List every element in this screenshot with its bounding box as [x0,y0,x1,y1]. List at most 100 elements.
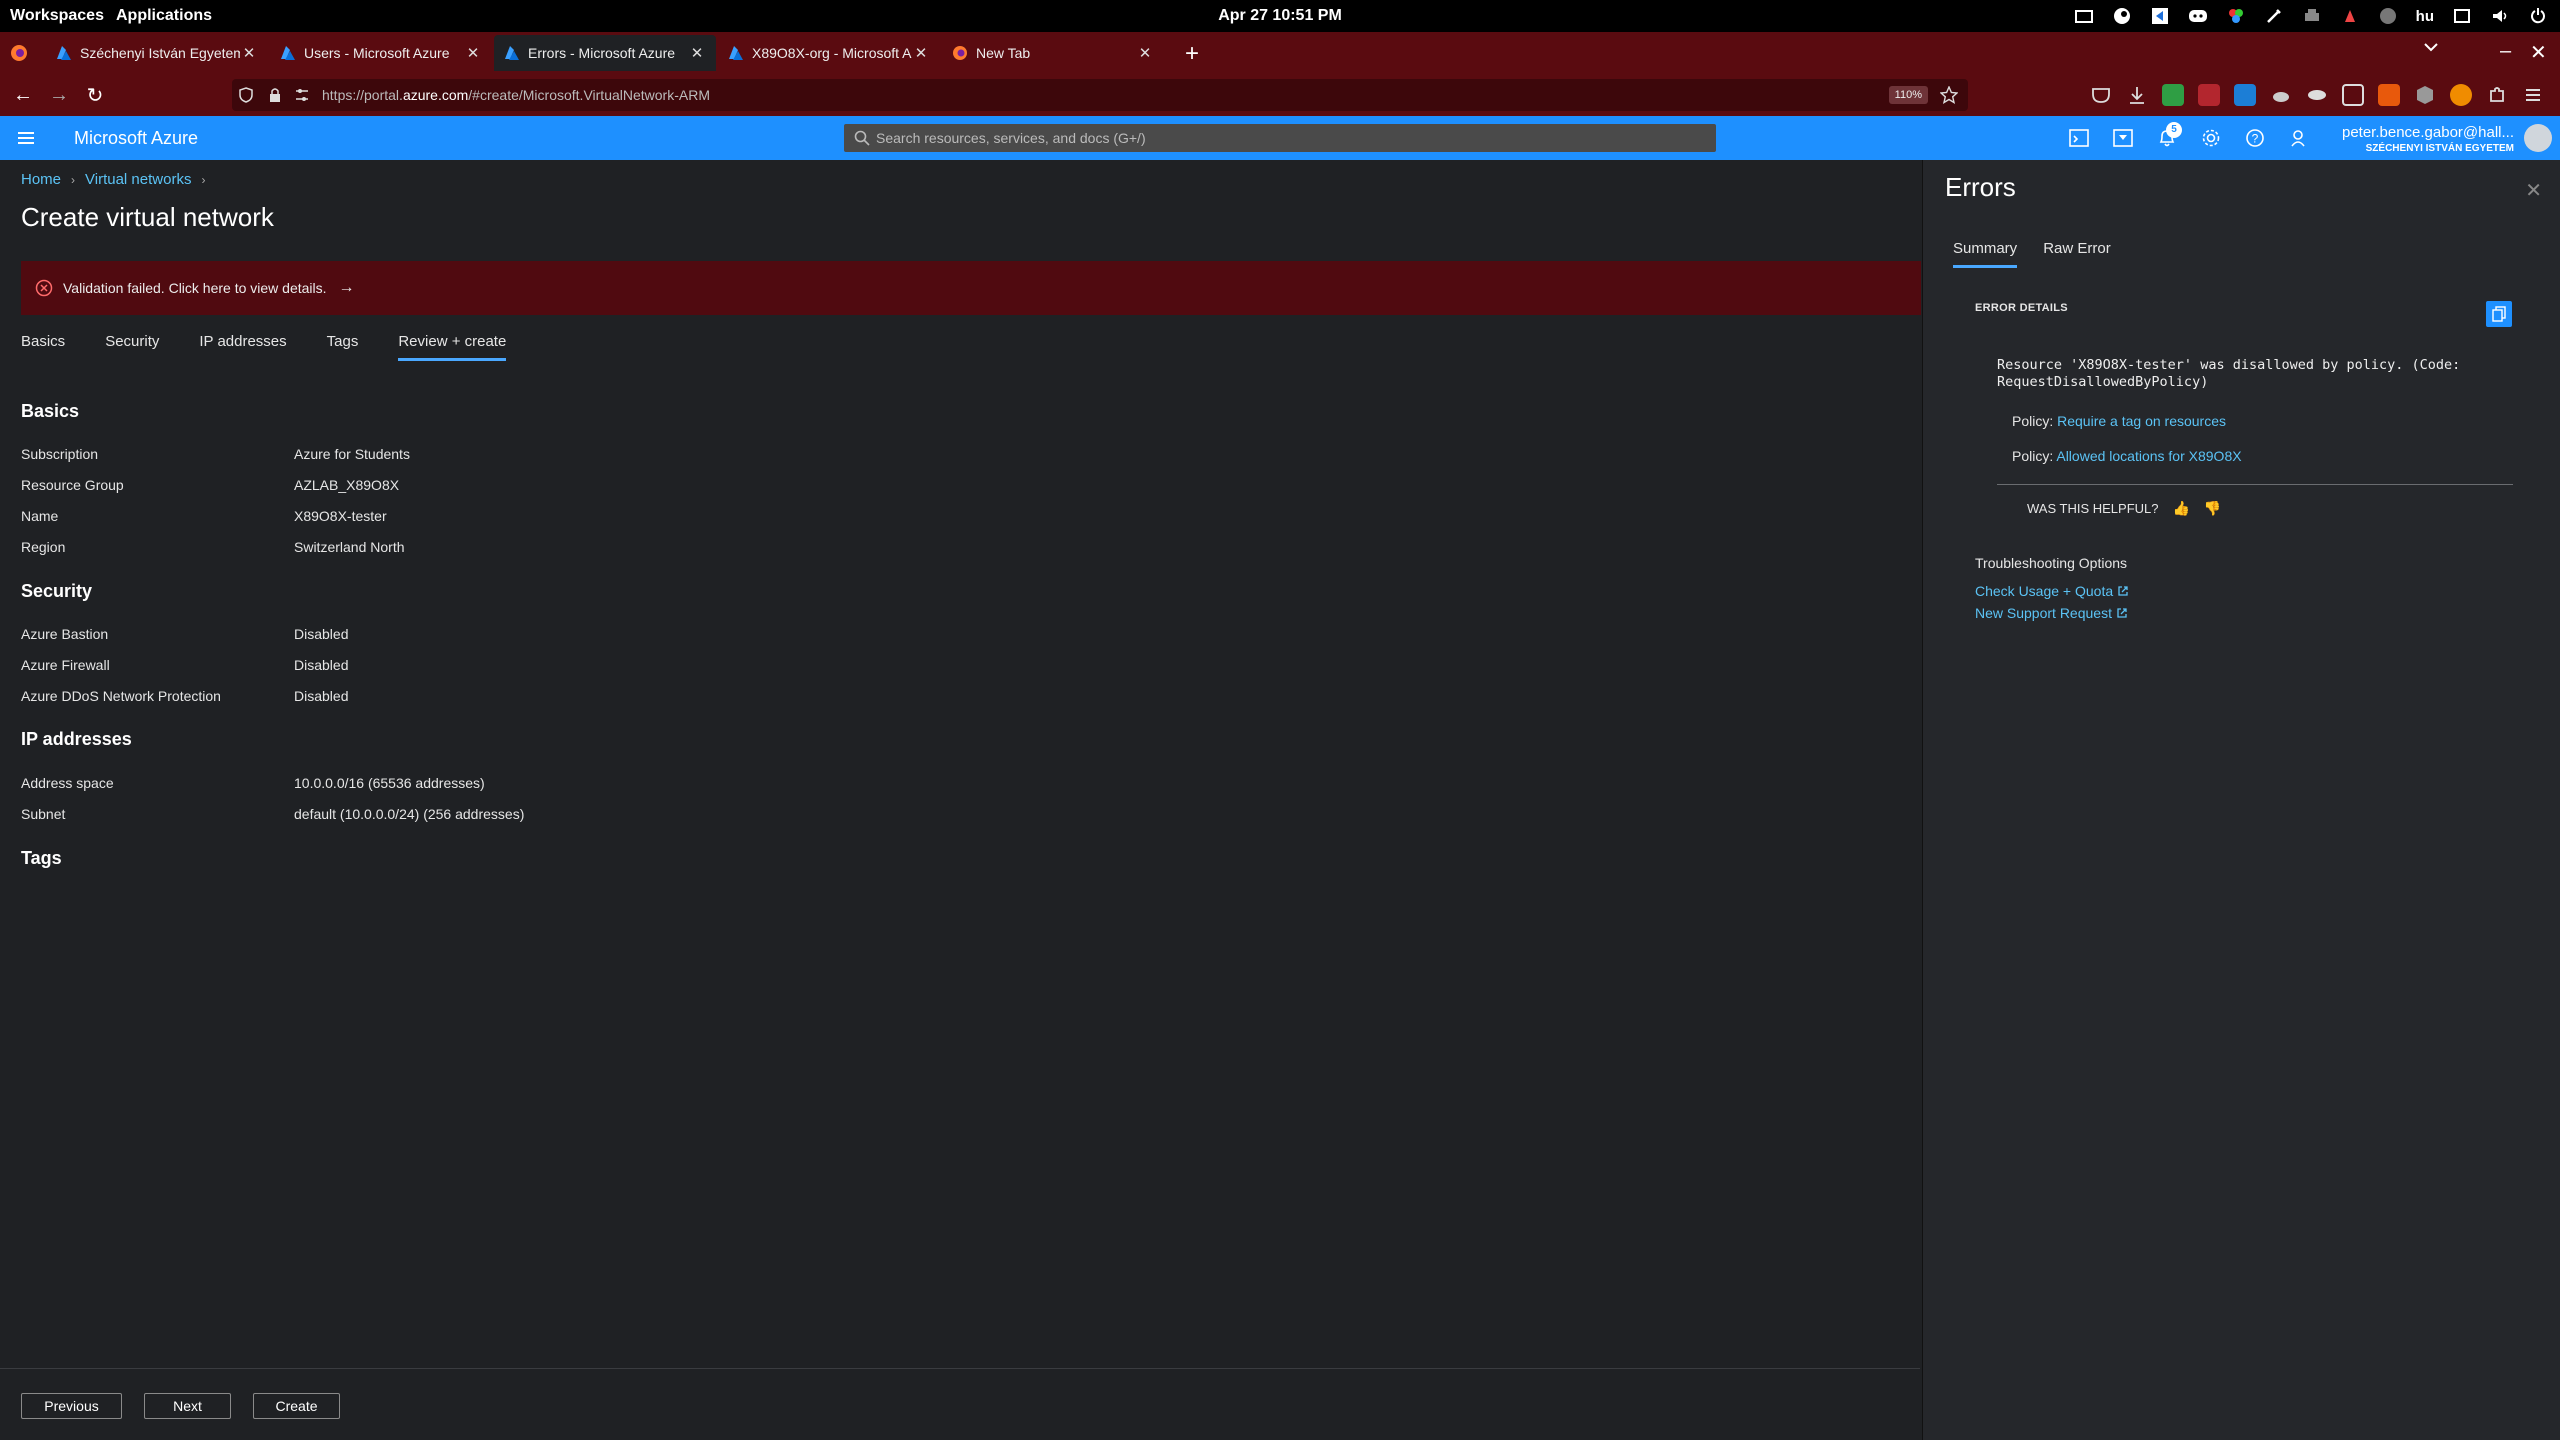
close-window-button[interactable]: ✕ [2530,40,2547,65]
field-value: default (10.0.0.0/24) (256 addresses) [294,806,525,822]
download-icon[interactable] [2126,84,2148,106]
minimize-window-button[interactable]: – [2500,40,2511,63]
account-email[interactable]: peter.bence.gabor@hall... [2342,124,2514,141]
chevron-down-icon[interactable] [2424,42,2438,52]
window-icon[interactable] [2452,6,2472,26]
extension-blue-icon[interactable] [2234,84,2256,106]
close-tab-icon[interactable]: ✕ [688,44,706,62]
tab-title: New Tab [976,45,1031,61]
breadcrumb-home[interactable]: Home [21,171,61,188]
extension-fox-icon[interactable] [2378,84,2400,106]
global-search-input[interactable]: Search resources, services, and docs (G+… [844,124,1716,152]
extensions-puzzle-icon[interactable] [2486,84,2508,106]
hamburger-menu-icon[interactable] [2522,84,2544,106]
settings-gear-icon[interactable] [2200,127,2222,149]
copy-icon[interactable] [2486,301,2512,327]
extension-orange-icon[interactable] [2450,84,2472,106]
field-value: Switzerland North [294,539,405,555]
close-tab-icon[interactable]: ✕ [464,44,482,62]
shield-icon[interactable] [238,87,254,103]
policy-row: Policy: Allowed locations for X89O8X [2012,448,2242,464]
browser-tab[interactable]: Széchenyi István Egyetem - Microsoft Azu… [46,35,268,71]
screenshot-icon[interactable] [2074,6,2094,26]
page-title: Create virtual network [21,202,274,232]
applications-menu[interactable]: Applications [116,7,212,25]
url-text[interactable]: https://portal.azure.com/#create/Microso… [322,87,710,103]
lock-icon[interactable] [268,87,282,103]
chat-icon[interactable] [2378,6,2398,26]
browser-tab[interactable]: Users - Microsoft Azure ✕ [270,35,492,71]
new-support-request-link[interactable]: New Support Request [1975,605,2128,621]
url-bar[interactable]: https://portal.azure.com/#create/Microso… [232,79,1968,111]
firefox-view-icon[interactable] [10,44,28,62]
tab-security[interactable]: Security [105,331,159,361]
browser-tab-active[interactable]: Errors - Microsoft Azure ✕ [494,35,716,71]
site-permissions-icon[interactable] [294,87,310,103]
printer-icon[interactable] [2302,6,2322,26]
thumbs-up-icon[interactable]: 👍 [2172,500,2189,517]
url-path: /#create/Microsoft.VirtualNetwork-ARM [468,87,710,103]
steam-icon[interactable] [2112,6,2132,26]
tab-tags[interactable]: Tags [327,331,359,361]
avatar[interactable] [2524,124,2552,152]
power-icon[interactable] [2528,6,2548,26]
zoom-level-badge[interactable]: 110% [1888,86,1928,104]
reload-icon[interactable]: ↻ [84,84,106,107]
tab-title: X89O8X-org - Microsoft Azure [752,45,912,61]
account-tenant[interactable]: SZÉCHENYI ISTVÁN EGYETEM [2366,143,2514,154]
tab-review-create[interactable]: Review + create [398,331,507,361]
cloud-shell-icon[interactable] [2068,127,2090,149]
previous-button[interactable]: Previous [21,1393,122,1419]
extension-mask-icon[interactable] [2306,84,2328,106]
close-tab-icon[interactable]: ✕ [240,44,258,62]
new-tab-button[interactable]: + [1180,40,1204,68]
close-tab-icon[interactable]: ✕ [912,44,930,62]
tools-icon[interactable] [2264,6,2284,26]
troubleshooting-heading: Troubleshooting Options [1975,555,2128,571]
extension-cube-icon[interactable] [2414,84,2436,106]
close-tab-icon[interactable]: ✕ [1136,44,1154,62]
tab-basics[interactable]: Basics [21,331,65,361]
section-heading-tags: Tags [21,848,62,868]
thumbs-down-icon[interactable]: 👎 [2204,500,2221,517]
back-arrow-icon[interactable]: ← [12,84,34,106]
check-usage-quota-link[interactable]: Check Usage + Quota [1975,583,2129,599]
feedback-icon[interactable] [2288,127,2310,149]
color-picker-icon[interactable] [2226,6,2246,26]
next-button[interactable]: Next [144,1393,231,1419]
portal-name[interactable]: Microsoft Azure [74,128,198,149]
breadcrumb-virtual-networks[interactable]: Virtual networks [85,171,191,188]
volume-icon[interactable] [2490,6,2510,26]
footer-divider [0,1368,1920,1369]
errors-pane: Errors ✕ Summary Raw Error ERROR DETAILS… [1922,160,2560,1440]
validation-error-banner[interactable]: Validation failed. Click here to view de… [21,261,1921,315]
close-icon[interactable]: ✕ [2525,178,2542,203]
bookmark-star-icon[interactable] [1940,86,1958,104]
portal-menu-icon[interactable] [16,128,36,148]
forward-arrow-icon[interactable]: → [48,84,70,106]
help-icon[interactable]: ? [2244,127,2266,149]
directory-filter-icon[interactable] [2112,127,2134,149]
create-button[interactable]: Create [253,1393,340,1419]
error-details-heading: ERROR DETAILS [1975,302,2068,314]
updates-icon[interactable] [2340,6,2360,26]
extension-green-icon[interactable] [2162,84,2184,106]
browser-tab[interactable]: X89O8X-org - Microsoft Azure ✕ [718,35,940,71]
extension-cloud-icon[interactable] [2270,84,2292,106]
extension-frame-icon[interactable] [2342,84,2364,106]
policy-row: Policy: Require a tag on resources [2012,413,2226,429]
pocket-icon[interactable] [2090,84,2112,106]
keyboard-layout-indicator[interactable]: hu [2416,8,2434,25]
extension-red-icon[interactable] [2198,84,2220,106]
browser-tab-strip: Széchenyi István Egyetem - Microsoft Azu… [0,32,2560,74]
policy-link[interactable]: Require a tag on resources [2057,413,2226,429]
discord-icon[interactable] [2188,6,2208,26]
tab-raw-error[interactable]: Raw Error [2043,240,2111,268]
browser-tab[interactable]: New Tab ✕ [942,35,1164,71]
tab-summary[interactable]: Summary [1953,240,2018,268]
divider [1997,484,2513,485]
tab-ip-addresses[interactable]: IP addresses [199,331,286,361]
workspaces-menu[interactable]: Workspaces [10,7,104,25]
policy-link[interactable]: Allowed locations for X89O8X [2056,448,2241,464]
vscode-icon[interactable] [2150,6,2170,26]
